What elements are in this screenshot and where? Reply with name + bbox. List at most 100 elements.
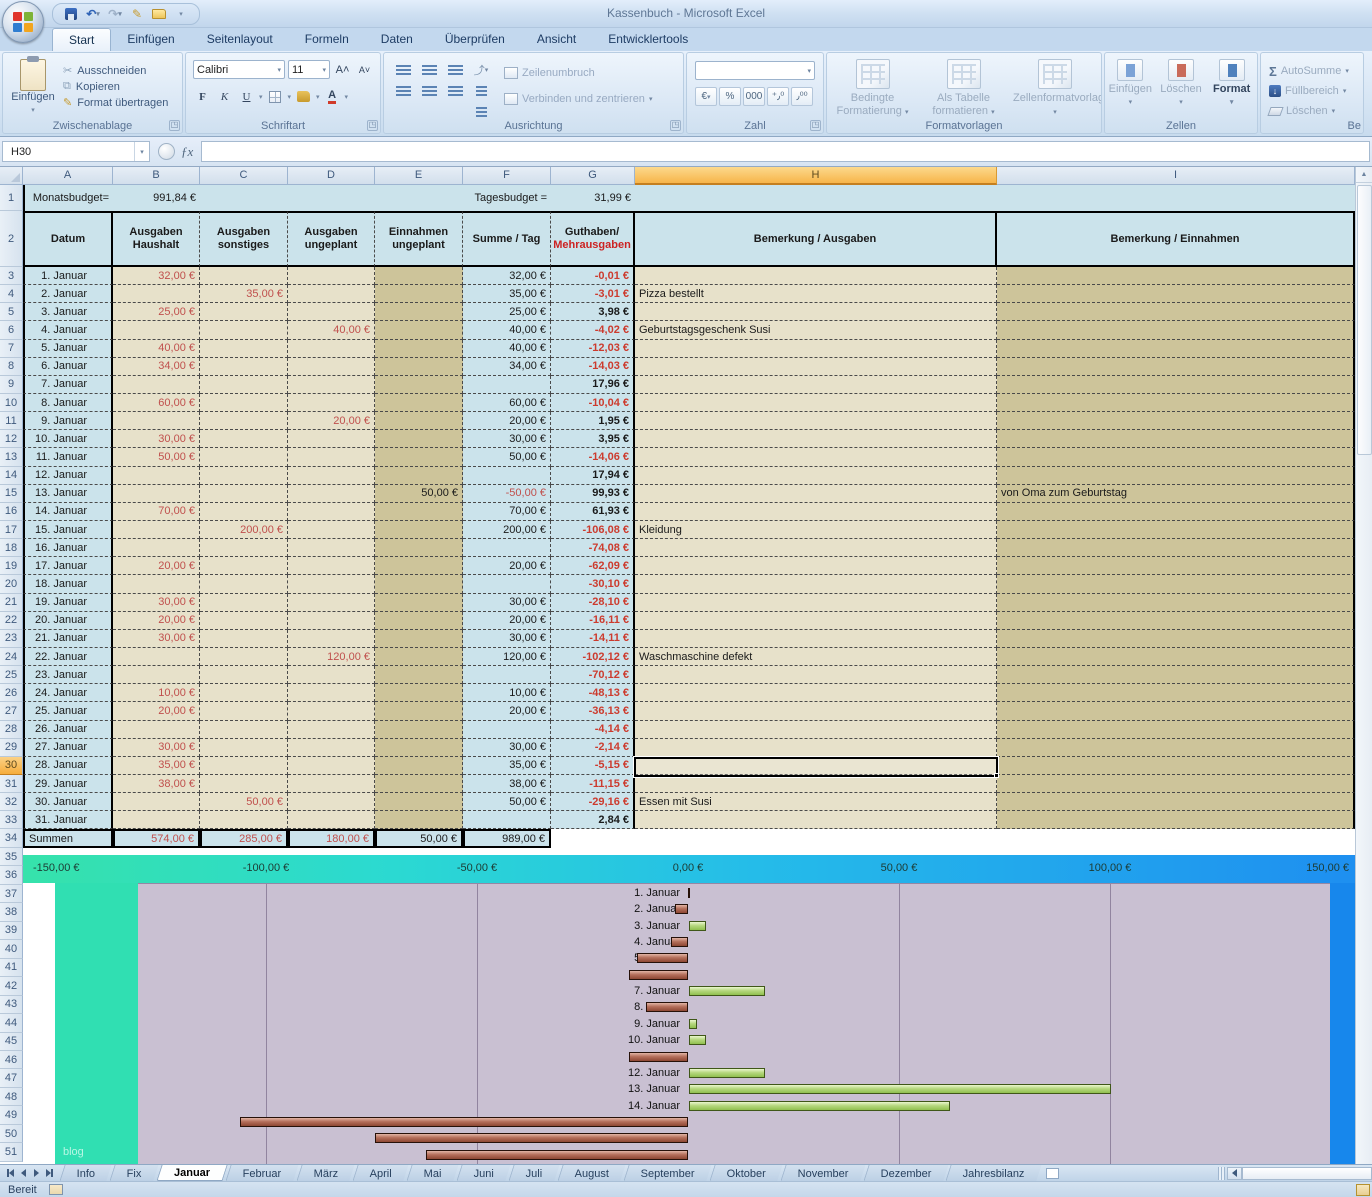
cell-I17[interactable] bbox=[997, 521, 1355, 539]
cell-C7[interactable] bbox=[200, 340, 288, 358]
cell-G14[interactable]: 17,94 € bbox=[551, 467, 635, 485]
cell-D21[interactable] bbox=[288, 594, 375, 612]
cell-G28[interactable]: -4,14 € bbox=[551, 721, 635, 739]
cell-E17[interactable] bbox=[375, 521, 463, 539]
cell-F25[interactable] bbox=[463, 666, 551, 684]
row-header-26[interactable]: 26 bbox=[0, 684, 23, 702]
cell-H23[interactable] bbox=[635, 630, 997, 648]
column-header-E[interactable]: E bbox=[375, 167, 463, 185]
cell-F8[interactable]: 34,00 € bbox=[463, 358, 551, 376]
cell-I33[interactable] bbox=[997, 811, 1355, 829]
cell-A25[interactable]: 23. Januar bbox=[23, 666, 113, 684]
cell-F10[interactable]: 60,00 € bbox=[463, 394, 551, 412]
row-header-18[interactable]: 18 bbox=[0, 539, 23, 557]
cell-B24[interactable] bbox=[113, 648, 200, 666]
cell-D15[interactable] bbox=[288, 485, 375, 503]
wrap-text-button[interactable]: Zeilenumbruch bbox=[504, 63, 652, 83]
cell-G34[interactable] bbox=[551, 829, 635, 848]
cell-A15[interactable]: 13. Januar bbox=[23, 485, 113, 503]
sheet-tab-april[interactable]: April bbox=[352, 1165, 408, 1181]
ribbon-tab-formeln[interactable]: Formeln bbox=[289, 28, 365, 51]
cell-I11[interactable] bbox=[997, 412, 1355, 430]
column-header-C[interactable]: C bbox=[200, 167, 288, 185]
cell-I6[interactable] bbox=[997, 321, 1355, 339]
cell-G17[interactable]: -106,08 € bbox=[551, 521, 635, 539]
cell-C10[interactable] bbox=[200, 394, 288, 412]
vertical-scrollbar[interactable]: ▲ bbox=[1355, 167, 1372, 1164]
cell-F20[interactable] bbox=[463, 575, 551, 593]
cell-I16[interactable] bbox=[997, 503, 1355, 521]
sheet-tab-oktober[interactable]: Oktober bbox=[709, 1165, 782, 1181]
cell-H10[interactable] bbox=[635, 394, 997, 412]
cell-F16[interactable]: 70,00 € bbox=[463, 503, 551, 521]
cell-D9[interactable] bbox=[288, 376, 375, 394]
cell-E3[interactable] bbox=[375, 267, 463, 285]
last-sheet-button[interactable] bbox=[43, 1167, 55, 1179]
cell-B5[interactable]: 25,00 € bbox=[113, 303, 200, 321]
cell-B14[interactable] bbox=[113, 467, 200, 485]
header-G[interactable]: Guthaben/Mehrausgaben bbox=[551, 211, 635, 267]
cell-E28[interactable] bbox=[375, 721, 463, 739]
cell-H14[interactable] bbox=[635, 467, 997, 485]
cell-A23[interactable]: 21. Januar bbox=[23, 630, 113, 648]
header-A[interactable]: Datum bbox=[23, 211, 113, 267]
cell-E34[interactable]: 50,00 € bbox=[375, 829, 463, 848]
cell-I27[interactable] bbox=[997, 702, 1355, 720]
font-color-button[interactable]: A bbox=[323, 87, 342, 106]
sheet-tab-mai[interactable]: Mai bbox=[407, 1165, 459, 1181]
cell-E29[interactable] bbox=[375, 739, 463, 757]
cell-C31[interactable] bbox=[200, 775, 288, 793]
scroll-up-icon[interactable]: ▲ bbox=[1356, 167, 1372, 183]
cell-C19[interactable] bbox=[200, 557, 288, 575]
scroll-left-icon[interactable] bbox=[1227, 1167, 1242, 1180]
cell-C16[interactable] bbox=[200, 503, 288, 521]
horizontal-scroll-thumb[interactable] bbox=[1242, 1167, 1372, 1180]
cell-I9[interactable] bbox=[997, 376, 1355, 394]
fill-color-button[interactable] bbox=[294, 87, 313, 106]
increase-indent-button[interactable] bbox=[470, 103, 492, 121]
cell-C14[interactable] bbox=[200, 467, 288, 485]
row-header-17[interactable]: 17 bbox=[0, 521, 23, 539]
cell-A5[interactable]: 3. Januar bbox=[23, 303, 113, 321]
cell-H29[interactable] bbox=[635, 739, 997, 757]
cell-I5[interactable] bbox=[997, 303, 1355, 321]
cell-I7[interactable] bbox=[997, 340, 1355, 358]
cell-D19[interactable] bbox=[288, 557, 375, 575]
cell-A3[interactable]: 1. Januar bbox=[23, 267, 113, 285]
cell-H34[interactable] bbox=[635, 829, 997, 848]
cell-F29[interactable]: 30,00 € bbox=[463, 739, 551, 757]
row-header-41[interactable]: 41 bbox=[0, 959, 23, 977]
row-header-30[interactable]: 30 bbox=[0, 757, 23, 775]
chart-bar-8-Januar[interactable] bbox=[646, 1002, 688, 1012]
row-header-10[interactable]: 10 bbox=[0, 394, 23, 412]
column-header-G[interactable]: G bbox=[551, 167, 635, 185]
cell-D23[interactable] bbox=[288, 630, 375, 648]
cell-F28[interactable] bbox=[463, 721, 551, 739]
cell-D32[interactable] bbox=[288, 793, 375, 811]
cell-E33[interactable] bbox=[375, 811, 463, 829]
cell-B29[interactable]: 30,00 € bbox=[113, 739, 200, 757]
column-header-H[interactable]: H bbox=[635, 167, 997, 185]
cell-E19[interactable] bbox=[375, 557, 463, 575]
cell-E13[interactable] bbox=[375, 448, 463, 466]
cell-D14[interactable] bbox=[288, 467, 375, 485]
cell-D26[interactable] bbox=[288, 684, 375, 702]
cell-G33[interactable]: 2,84 € bbox=[551, 811, 635, 829]
cell-E27[interactable] bbox=[375, 702, 463, 720]
cell-F19[interactable]: 20,00 € bbox=[463, 557, 551, 575]
cell-C1[interactable] bbox=[200, 185, 288, 211]
header-D[interactable]: Ausgabenungeplant bbox=[288, 211, 375, 267]
cell-F14[interactable] bbox=[463, 467, 551, 485]
cell-G20[interactable]: -30,10 € bbox=[551, 575, 635, 593]
cell-F15[interactable]: -50,00 € bbox=[463, 485, 551, 503]
align-center-button[interactable] bbox=[418, 82, 440, 100]
column-header-A[interactable]: A bbox=[23, 167, 113, 185]
row-header-12[interactable]: 12 bbox=[0, 430, 23, 448]
cell-D29[interactable] bbox=[288, 739, 375, 757]
cell-F31[interactable]: 38,00 € bbox=[463, 775, 551, 793]
row-header-19[interactable]: 19 bbox=[0, 557, 23, 575]
cell-H7[interactable] bbox=[635, 340, 997, 358]
cell-D17[interactable] bbox=[288, 521, 375, 539]
cell-G22[interactable]: -16,11 € bbox=[551, 612, 635, 630]
cell-A24[interactable]: 22. Januar bbox=[23, 648, 113, 666]
